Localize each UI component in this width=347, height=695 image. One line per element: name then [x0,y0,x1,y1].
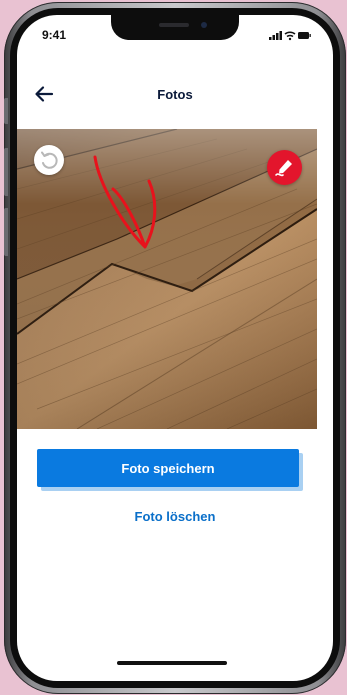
status-icons [269,31,311,41]
signal-icon [269,31,282,40]
draw-button[interactable] [267,150,302,185]
reset-rotate-icon [41,151,58,169]
draw-pen-icon [275,160,292,177]
save-photo-button[interactable]: Foto speichern [37,449,299,487]
delete-photo-link[interactable]: Foto löschen [17,509,333,524]
status-time: 9:41 [42,28,67,42]
mute-switch [4,98,8,124]
volume-up-button [4,148,8,196]
volume-down-button [4,208,8,256]
front-camera [201,22,207,28]
reset-button[interactable] [34,145,64,175]
header: Fotos [17,81,333,111]
phone-screen: 9:41 Fotos Foto speichern Foto löschen [17,15,333,681]
notch [111,15,239,40]
phone-frame: 9:41 Fotos Foto speichern Foto löschen [4,2,346,694]
photo-preview[interactable] [17,129,317,429]
battery-icon [298,32,311,39]
home-indicator[interactable] [117,661,227,665]
wifi-icon [284,31,296,41]
speaker-grille [159,23,189,27]
page-title: Fotos [157,87,193,102]
